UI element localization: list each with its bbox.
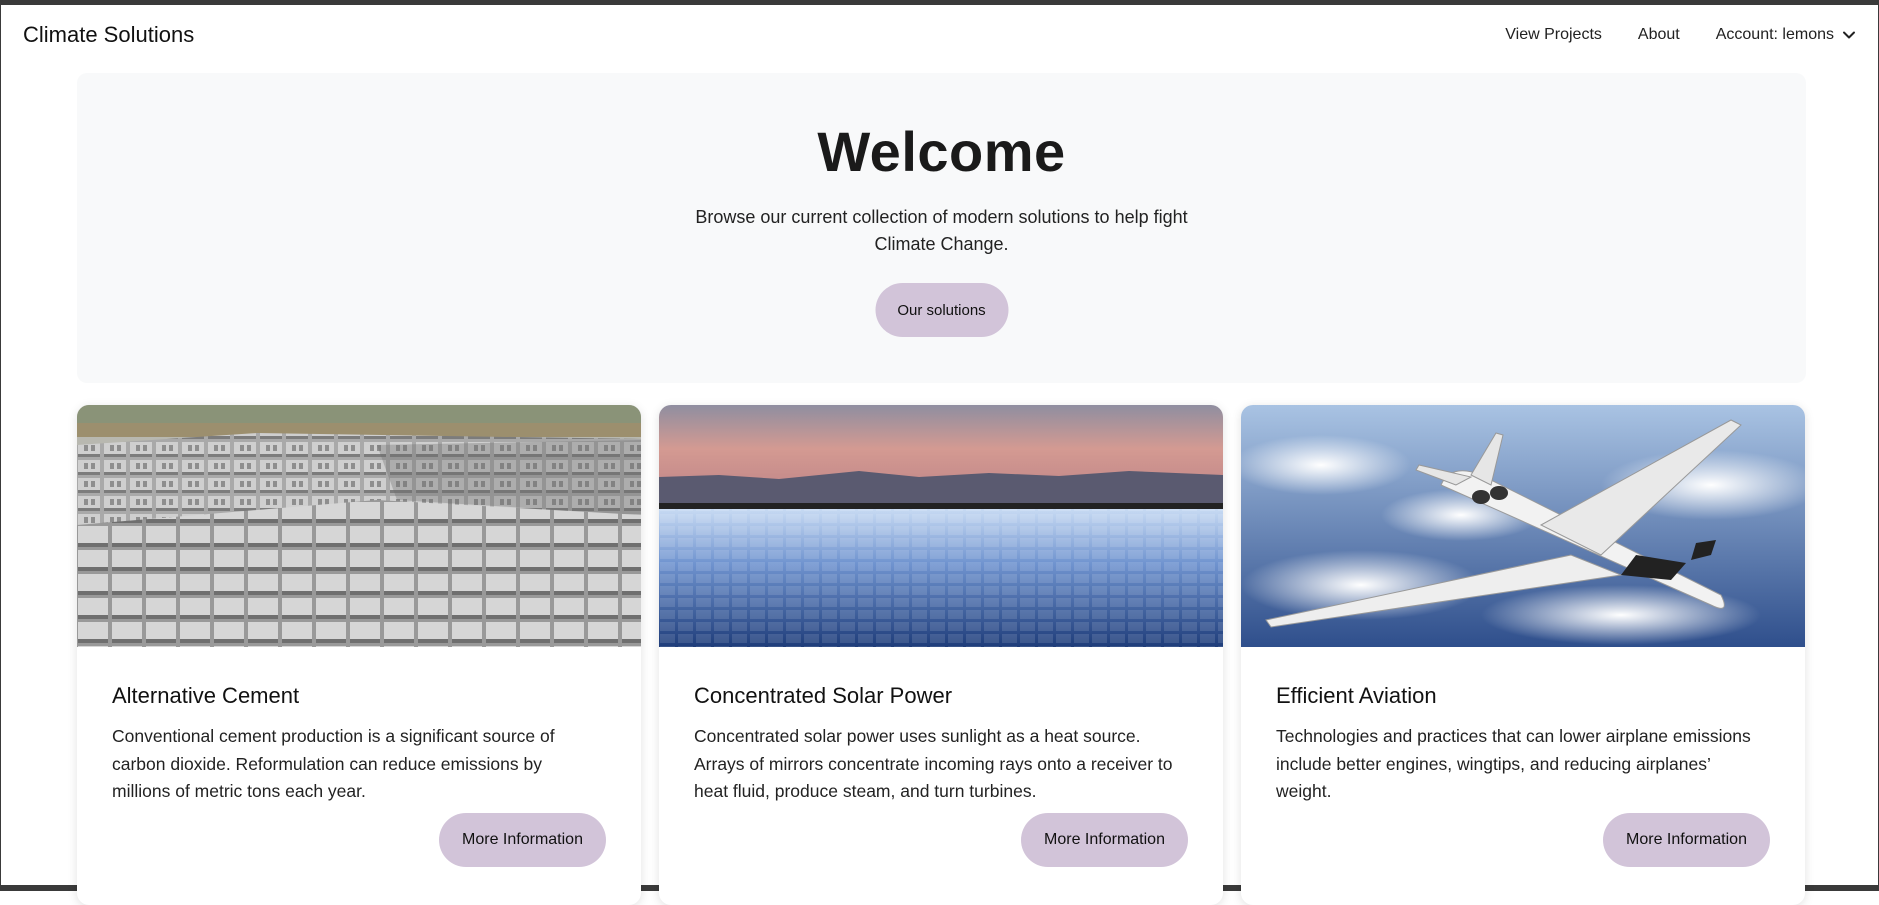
card-title: Concentrated Solar Power — [694, 683, 953, 708]
card-concentrated-solar-power: Concentrated Solar Power Concentrated so… — [659, 405, 1223, 905]
nav-view-projects[interactable]: View Projects — [1505, 26, 1602, 44]
nav-about[interactable]: About — [1638, 26, 1680, 44]
card-description: Concentrated solar power uses sunlight a… — [694, 726, 1173, 801]
more-information-button[interactable]: More Information — [439, 813, 606, 867]
nav-links: View Projects About Account: lemons — [1505, 26, 1856, 44]
account-label: Account: lemons — [1715, 26, 1834, 43]
brand-link[interactable]: Climate Solutions — [23, 22, 194, 48]
hero-section: Welcome Browse our current collection of… — [77, 73, 1806, 383]
more-information-button[interactable]: More Information — [1603, 813, 1770, 867]
hero-title: Welcome — [817, 120, 1066, 183]
chevron-down-icon — [1843, 31, 1855, 39]
card-efficient-aviation: Efficient Aviation Technologies and prac… — [1241, 405, 1805, 905]
card-description: Conventional cement production is a sign… — [112, 726, 555, 801]
airplane-over-clouds-image — [1241, 405, 1805, 647]
account-dropdown[interactable]: Account: lemons — [1716, 26, 1856, 44]
card-alternative-cement: Alternative Cement Conventional cement p… — [77, 405, 641, 905]
our-solutions-button[interactable]: Our solutions — [875, 283, 1008, 337]
more-information-button[interactable]: More Information — [1021, 813, 1188, 867]
card-title: Alternative Cement — [112, 683, 300, 708]
hero-subtitle: Browse our current collection of modern … — [695, 207, 1188, 254]
top-navbar: Climate Solutions View Projects About Ac… — [1, 5, 1878, 65]
cement-blocks-image — [77, 405, 641, 647]
card-title: Efficient Aviation — [1276, 683, 1437, 708]
card-description: Technologies and practices that can lowe… — [1276, 726, 1751, 801]
solar-mirror-field-image — [659, 405, 1223, 647]
